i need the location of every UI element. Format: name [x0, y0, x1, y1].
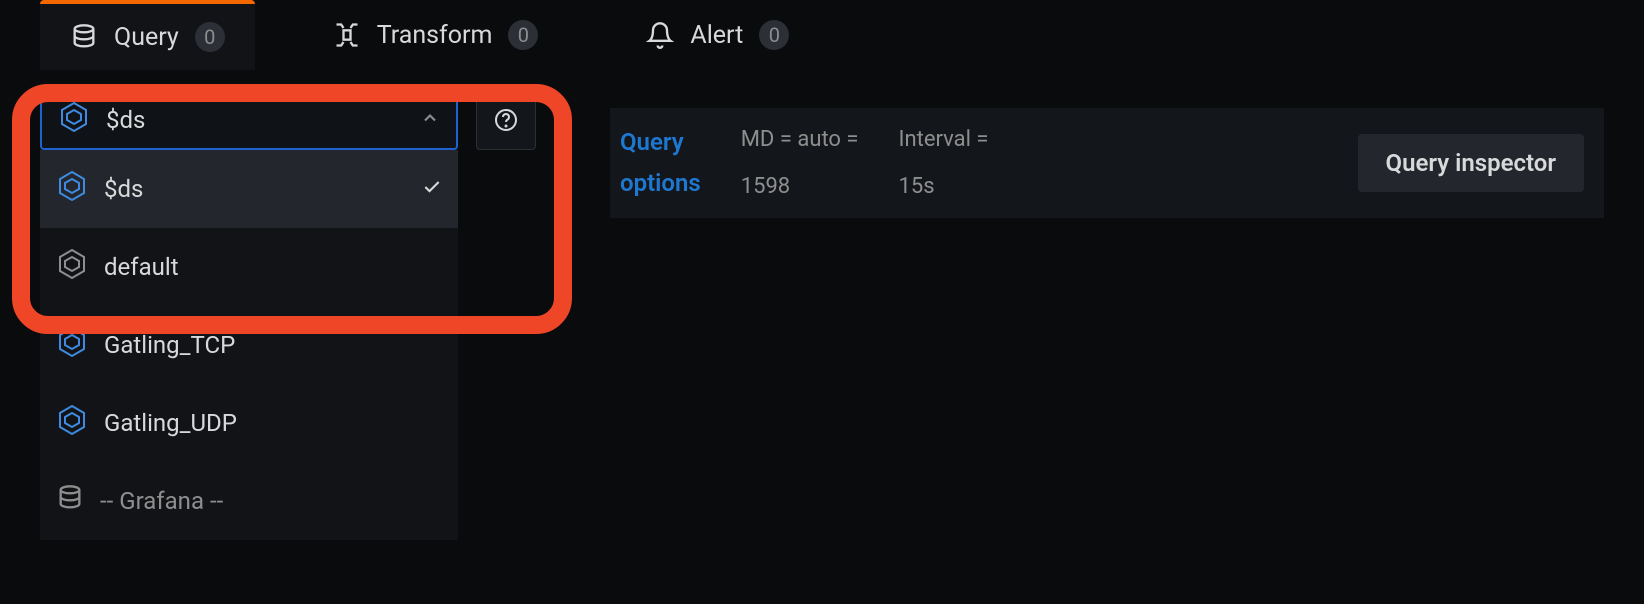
- check-icon: [422, 175, 442, 203]
- database-icon: [70, 23, 98, 51]
- datasource-option[interactable]: default: [40, 228, 458, 306]
- datasource-option-label: $ds: [104, 175, 143, 203]
- tab-label: Transform: [377, 21, 493, 50]
- query-options-interval: Interval = 15s: [899, 121, 989, 206]
- content-area: $ds $ds: [0, 70, 1644, 604]
- chevron-up-icon: [420, 106, 440, 134]
- datasource-option[interactable]: Gatling_UDP: [40, 384, 458, 462]
- query-inspector-button[interactable]: Query inspector: [1358, 134, 1584, 192]
- tab-query[interactable]: Query 0: [40, 0, 255, 70]
- datasource-select-value: $ds: [106, 106, 145, 134]
- tab-transform[interactable]: Transform 0: [303, 0, 569, 70]
- datasource-dropdown: $ds default Gatling_TCP: [40, 150, 458, 540]
- influxdb-icon: [56, 170, 88, 208]
- datasource-option[interactable]: -- Grafana --: [40, 462, 458, 540]
- bell-icon: [646, 21, 674, 49]
- database-icon: [56, 484, 84, 518]
- tabs-row: Query 0 Transform 0 Alert 0: [0, 0, 1644, 70]
- query-options-bar: Queryoptions MD = auto = 1598 Interval =…: [610, 108, 1604, 218]
- tab-count-badge: 0: [195, 22, 225, 52]
- help-icon: [494, 108, 518, 132]
- tab-label: Query: [114, 23, 179, 52]
- influxdb-icon: [58, 101, 90, 139]
- datasource-option-label: default: [104, 253, 179, 281]
- influxdb-icon: [56, 326, 88, 364]
- datasource-select[interactable]: $ds: [40, 90, 458, 150]
- datasource-option[interactable]: $ds: [40, 150, 458, 228]
- datasource-help-button[interactable]: [476, 90, 536, 150]
- influxdb-icon: [56, 404, 88, 442]
- query-options-md: MD = auto = 1598: [741, 121, 859, 206]
- tab-count-badge: 0: [508, 20, 538, 50]
- tab-alert[interactable]: Alert 0: [616, 0, 819, 70]
- datasource-option-label: Gatling_TCP: [104, 331, 235, 359]
- transform-icon: [333, 21, 361, 49]
- tab-label: Alert: [690, 21, 743, 50]
- query-options-label[interactable]: Queryoptions: [620, 122, 701, 204]
- datasource-select-wrap: $ds $ds: [40, 90, 458, 150]
- datasource-option-label: Gatling_UDP: [104, 409, 237, 437]
- tab-count-badge: 0: [759, 20, 789, 50]
- influxdb-icon: [56, 248, 88, 286]
- datasource-option[interactable]: Gatling_TCP: [40, 306, 458, 384]
- datasource-option-label: -- Grafana --: [100, 487, 223, 515]
